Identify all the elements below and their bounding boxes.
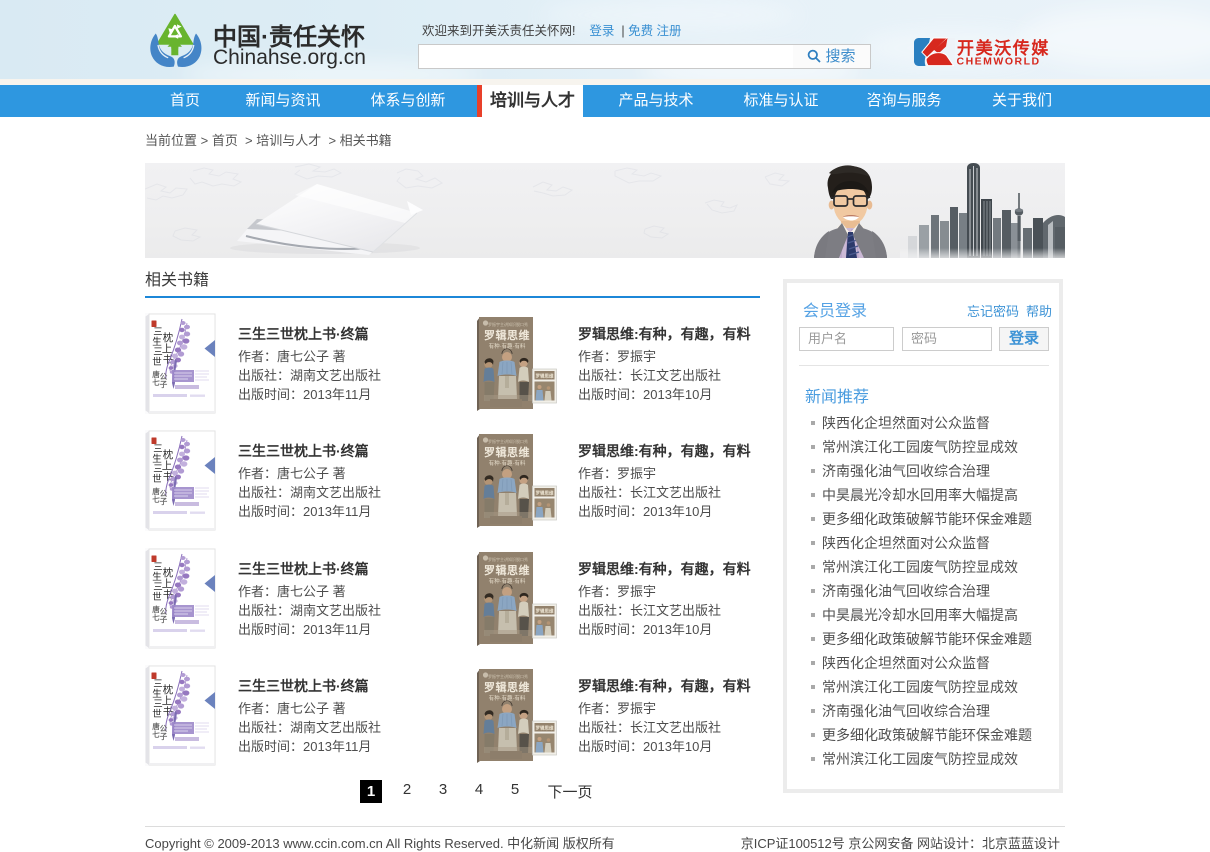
svg-text:罗振宇主讲知识脱口秀: 罗振宇主讲知识脱口秀 [488, 438, 528, 444]
svg-text:罗振宇主讲知识脱口秀: 罗振宇主讲知识脱口秀 [488, 321, 528, 327]
svg-text:生: 生 [152, 453, 162, 465]
svg-text:世: 世 [152, 473, 162, 485]
svg-text:罗辑思维: 罗辑思维 [536, 608, 554, 615]
svg-text:罗振宇主讲知识脱口秀: 罗振宇主讲知识脱口秀 [488, 673, 528, 679]
svg-text:枕: 枕 [163, 566, 174, 579]
svg-text:罗辑思维: 罗辑思维 [536, 373, 554, 380]
svg-text:上: 上 [162, 695, 173, 707]
svg-text:生: 生 [152, 688, 162, 700]
svg-text:罗振宇主讲知识脱口秀: 罗振宇主讲知识脱口秀 [488, 556, 528, 562]
svg-text:世: 世 [152, 356, 162, 368]
svg-text:罗辑思维: 罗辑思维 [484, 445, 530, 459]
svg-text:子: 子 [160, 615, 168, 624]
svg-text:三: 三 [153, 328, 163, 338]
svg-text:三: 三 [153, 563, 163, 573]
svg-text:三: 三 [153, 445, 163, 455]
svg-text:世: 世 [152, 708, 162, 720]
svg-text:三: 三 [153, 680, 163, 690]
svg-text:子: 子 [160, 380, 168, 389]
svg-text:上: 上 [162, 460, 173, 472]
svg-text:罗辑思维: 罗辑思维 [484, 680, 530, 694]
svg-text:枕: 枕 [163, 331, 174, 344]
svg-text:罗辑思维: 罗辑思维 [484, 563, 530, 577]
svg-text:枕: 枕 [163, 448, 174, 461]
svg-text:罗辑思维: 罗辑思维 [536, 725, 554, 732]
svg-text:上: 上 [162, 343, 173, 355]
svg-text:生: 生 [152, 336, 162, 348]
svg-text:世: 世 [152, 591, 162, 603]
svg-text:上: 上 [162, 578, 173, 590]
svg-text:子: 子 [160, 497, 168, 506]
svg-text:子: 子 [160, 732, 168, 741]
svg-text:罗辑思维: 罗辑思维 [484, 328, 530, 342]
svg-text:生: 生 [152, 571, 162, 583]
svg-text:CHEMWORLD: CHEMWORLD [957, 56, 1041, 68]
svg-text:枕: 枕 [163, 683, 174, 696]
svg-text:罗辑思维: 罗辑思维 [536, 490, 554, 497]
